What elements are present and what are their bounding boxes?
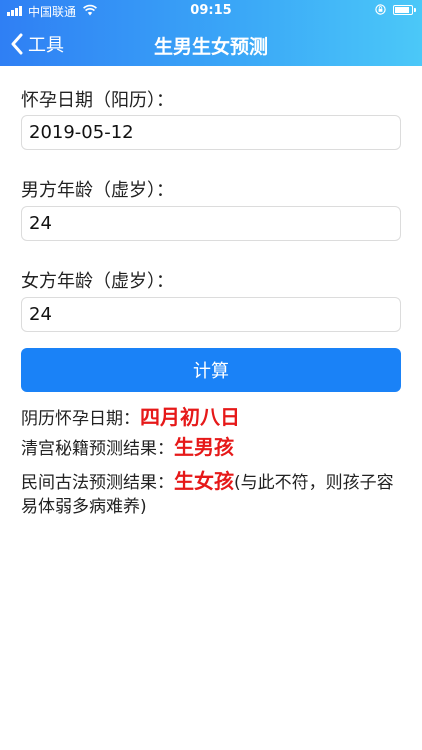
female-age-input[interactable] xyxy=(21,297,401,332)
folk-method-result: 民间古法预测结果：生女孩(与此不符，则孩子容易体弱多病难养) xyxy=(21,469,401,519)
male-age-label: 男方年龄（虚岁）： xyxy=(21,180,174,201)
orientation-lock-icon xyxy=(375,4,386,15)
qing-palace-label: 清宫秘籍预测结果： xyxy=(21,439,174,459)
folk-method-value: 生女孩 xyxy=(174,469,234,493)
calculate-button[interactable]: 计算 xyxy=(21,348,401,392)
top-bar: 中国联通 09:15 工具 生男生女预测 xyxy=(0,0,422,66)
status-time: 09:15 xyxy=(190,3,232,18)
page-title: 生男生女预测 xyxy=(153,36,268,58)
battery-icon xyxy=(393,5,416,15)
lunar-date-value: 四月初八日 xyxy=(140,405,240,429)
status-bar: 中国联通 09:15 xyxy=(0,0,422,22)
pregnancy-date-input[interactable] xyxy=(21,115,401,150)
male-age-input[interactable] xyxy=(21,206,401,241)
lunar-date-label: 阴历怀孕日期： xyxy=(21,409,140,429)
navigation-bar: 工具 生男生女预测 xyxy=(0,22,422,66)
qing-palace-result: 清宫秘籍预测结果：生男孩 xyxy=(21,435,401,461)
screen: 中国联通 09:15 工具 生男生女预测 怀孕日期（阳历）： 2019-05-1… xyxy=(0,0,422,750)
lunar-date-result: 阴历怀孕日期：四月初八日 xyxy=(21,405,401,431)
folk-method-label: 民间古法预测结果： xyxy=(21,473,174,493)
female-age-label: 女方年龄（虚岁）： xyxy=(21,271,174,292)
pregnancy-date-label: 怀孕日期（阳历）： xyxy=(21,90,174,111)
qing-palace-value: 生男孩 xyxy=(174,435,234,459)
